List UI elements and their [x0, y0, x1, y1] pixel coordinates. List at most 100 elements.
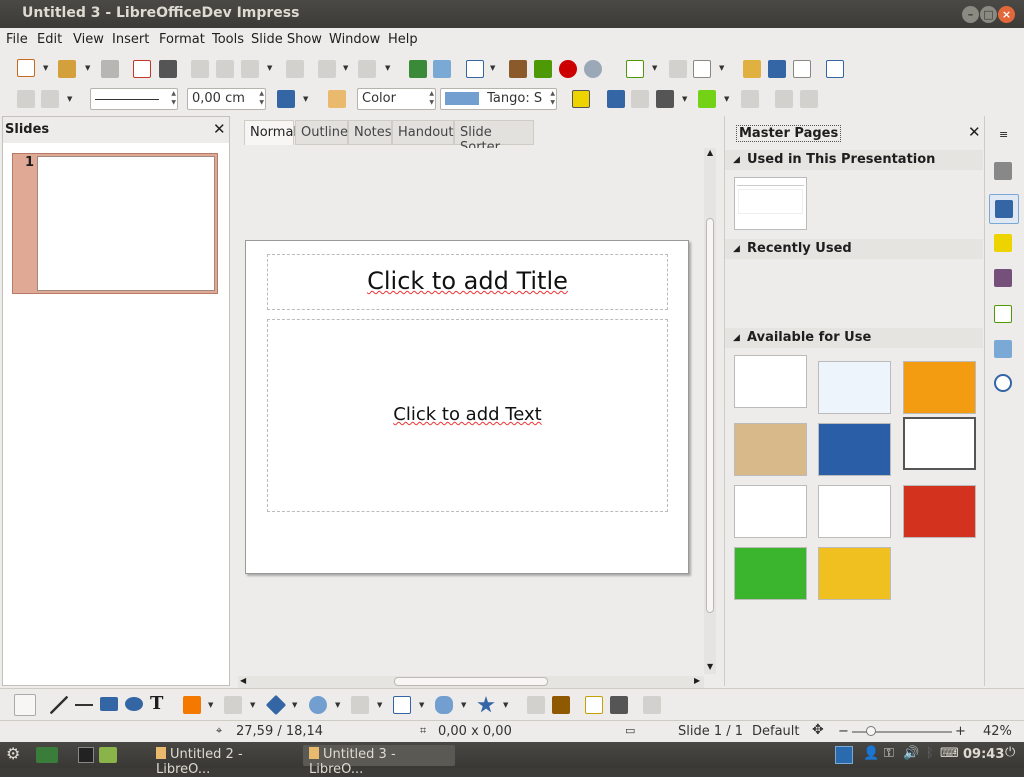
master-page-thumbnail[interactable]	[818, 547, 891, 600]
master-page-thumbnail[interactable]	[903, 485, 976, 538]
slide[interactable]: Click to add Title Click to add Text	[245, 240, 689, 574]
scroll-left-icon[interactable]: ◀	[240, 676, 246, 685]
chevron-down-icon[interactable]: ▼	[85, 64, 90, 72]
zoom-level[interactable]: 42%	[983, 724, 1012, 739]
line-style-select[interactable]: ▲ ▼	[90, 88, 178, 110]
settings-gear-icon[interactable]: ⚙	[6, 744, 20, 763]
file-manager-icon[interactable]	[99, 747, 117, 763]
print-icon[interactable]	[159, 60, 177, 78]
points-icon[interactable]	[631, 90, 649, 108]
horizontal-scroll-thumb[interactable]	[394, 677, 548, 686]
master-page-thumbnail[interactable]	[734, 485, 807, 538]
find-replace-icon[interactable]	[433, 60, 451, 78]
crop-icon[interactable]	[800, 90, 818, 108]
available-section-header[interactable]: ◢ Available for Use	[725, 328, 983, 348]
chevron-down-icon[interactable]: ▼	[67, 95, 72, 103]
select-pointer-icon[interactable]	[14, 694, 36, 716]
arrow-tool-icon[interactable]	[75, 696, 93, 706]
chevron-down-icon[interactable]: ▼	[267, 64, 272, 72]
app-menu-icon[interactable]	[36, 747, 58, 763]
menu-tools[interactable]: Tools	[212, 32, 244, 47]
system-monitor-icon[interactable]	[835, 746, 853, 764]
chevron-down-icon[interactable]: ▼	[385, 64, 390, 72]
menu-format[interactable]: Format	[159, 32, 205, 47]
slide-transition-icon[interactable]	[994, 269, 1012, 287]
title-placeholder[interactable]: Click to add Title	[267, 254, 668, 310]
slide-layout-icon[interactable]	[669, 60, 687, 78]
keyboard-icon[interactable]: ⌨	[940, 746, 959, 761]
callout-icon[interactable]	[435, 696, 453, 714]
properties-wrench-icon[interactable]	[994, 162, 1012, 180]
zoom-slider-handle[interactable]	[866, 726, 876, 736]
menu-view[interactable]: View	[73, 32, 104, 47]
slide-design-icon[interactable]	[693, 60, 711, 78]
bluetooth-icon[interactable]: ᛒ	[926, 746, 934, 761]
user-icon[interactable]: 👤	[863, 746, 879, 761]
symbol-shapes-icon[interactable]	[309, 696, 327, 714]
master-page-thumbnail[interactable]	[734, 177, 807, 230]
align-icon[interactable]	[656, 90, 674, 108]
horizontal-scrollbar[interactable]: ◀ ▶	[238, 676, 704, 688]
master-page-thumbnail[interactable]	[818, 423, 891, 476]
chevron-down-icon[interactable]: ▼	[292, 701, 297, 709]
menu-help[interactable]: Help	[388, 32, 418, 47]
chevron-down-icon[interactable]: ▼	[343, 64, 348, 72]
menu-edit[interactable]: Edit	[37, 32, 62, 47]
copy-icon[interactable]	[216, 60, 234, 78]
maximize-button[interactable]: □	[980, 6, 997, 23]
media-icon[interactable]	[559, 60, 577, 78]
zoom-out-icon[interactable]: −	[838, 724, 849, 739]
network-icon[interactable]: ⚿	[884, 746, 894, 761]
area-color-select[interactable]: Tango: S ▲ ▼	[440, 88, 557, 110]
clock[interactable]: 09:43	[963, 747, 1004, 762]
slide-properties-icon[interactable]	[768, 60, 786, 78]
ellipse-tool-icon[interactable]	[125, 697, 143, 711]
export-pdf-icon[interactable]	[133, 60, 151, 78]
recent-section-header[interactable]: ◢ Recently Used	[725, 239, 983, 259]
vertical-scroll-thumb[interactable]	[706, 218, 714, 613]
fontwork-icon[interactable]	[585, 696, 603, 714]
chart-icon[interactable]	[534, 60, 552, 78]
volume-icon[interactable]: 🔊	[903, 746, 919, 761]
chevron-down-icon[interactable]: ▼	[377, 701, 382, 709]
master-page-thumbnail[interactable]	[734, 355, 807, 408]
master-page-thumbnail[interactable]	[818, 485, 891, 538]
tab-slide-sorter[interactable]: Slide Sorter	[454, 120, 534, 155]
spelling-icon[interactable]	[409, 60, 427, 78]
line-tool-icon[interactable]	[50, 696, 68, 714]
power-icon[interactable]: ⏻	[1005, 745, 1015, 760]
gallery-icon[interactable]	[994, 340, 1012, 358]
taskbar-item-untitled-2[interactable]: Untitled 2 - LibreO...	[150, 745, 300, 777]
cut-icon[interactable]	[191, 60, 209, 78]
save-icon[interactable]	[101, 60, 119, 78]
hyperlink-icon[interactable]	[584, 60, 602, 78]
toggle-extrusion-icon[interactable]	[775, 90, 793, 108]
scroll-right-icon[interactable]: ▶	[694, 676, 700, 685]
slide-thumbnail[interactable]: 1	[12, 153, 218, 294]
menu-slide-show[interactable]: Slide Show	[251, 32, 322, 47]
open-folder-icon[interactable]	[58, 60, 76, 78]
paste-icon[interactable]	[241, 60, 259, 78]
edit-points-icon[interactable]	[527, 696, 545, 714]
vertical-scrollbar[interactable]: ▲ ▼	[704, 148, 716, 674]
master-page-thumbnail[interactable]	[903, 361, 976, 414]
close-icon[interactable]: ✕	[968, 123, 981, 141]
navigator-compass-icon[interactable]	[994, 374, 1012, 392]
insert-image-icon[interactable]	[610, 696, 628, 714]
block-arrows-icon[interactable]	[351, 696, 369, 714]
flowchart-icon[interactable]	[393, 696, 411, 714]
new-document-icon[interactable]	[17, 59, 35, 77]
chevron-down-icon[interactable]: ▼	[724, 95, 729, 103]
close-window-button[interactable]: ×	[998, 6, 1015, 23]
table-icon[interactable]	[466, 60, 484, 78]
menu-insert[interactable]: Insert	[112, 32, 149, 47]
image-icon[interactable]	[509, 60, 527, 78]
start-slideshow-icon[interactable]	[826, 60, 844, 78]
chevron-down-icon[interactable]: ▼	[503, 701, 508, 709]
fill-bucket-icon[interactable]	[328, 90, 346, 108]
arrange-icon[interactable]	[698, 90, 716, 108]
terminal-icon[interactable]	[78, 747, 94, 763]
master-page-thumbnail[interactable]	[818, 361, 891, 414]
scroll-up-icon[interactable]: ▲	[707, 148, 713, 157]
minimize-button[interactable]: –	[962, 6, 979, 23]
